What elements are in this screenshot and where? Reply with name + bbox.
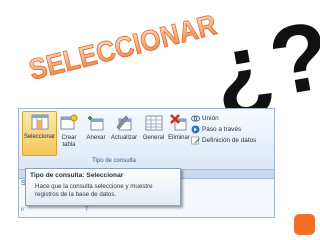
delete-button[interactable]: Eliminar (167, 113, 191, 153)
select-query-label: Seleccionar (23, 134, 56, 140)
append-label: Anexar (86, 135, 106, 141)
update-icon (116, 115, 132, 131)
question-mark-graphic: ¿? (203, 0, 320, 128)
query-type-group-label: Tipo de consulta (92, 158, 136, 164)
append-icon (88, 116, 104, 131)
corner-decoration (294, 214, 315, 235)
make-table-button[interactable]: Crear tabla (57, 113, 81, 153)
tooltip-body: Hace que la consulta seleccione y muestr… (35, 183, 153, 198)
union-label: Unión (202, 115, 219, 122)
make-table-label: Crear tabla (61, 135, 77, 148)
page-title: SELECCIONAR (26, 9, 221, 87)
sheet-fragment-under-tooltip: T (85, 207, 89, 213)
delete-icon (170, 114, 187, 131)
ribbon-panel: Seleccionar Crear tabla Anexar Actualiza… (19, 109, 274, 170)
append-button[interactable]: Anexar (84, 113, 108, 153)
data-definition-label: Definición de datos (202, 137, 257, 144)
data-definition-button[interactable]: Definición de datos (191, 135, 273, 146)
update-button[interactable]: Actualizar (109, 113, 139, 153)
query-type-tooltip: Tipo de consulta: Seleccionar Hace que l… (25, 168, 181, 206)
select-query-button[interactable]: Seleccionar (22, 111, 57, 156)
data-definition-icon (191, 136, 200, 145)
union-button[interactable]: Unión (191, 113, 273, 124)
delete-label: Eliminar (168, 135, 190, 141)
pass-through-label: Paso a través (202, 126, 242, 133)
crosstab-icon (145, 115, 162, 131)
union-icon (191, 115, 200, 122)
crosstab-button[interactable]: General (141, 113, 166, 153)
pass-through-button[interactable]: Paso a través (191, 124, 273, 135)
query-type-small-buttons: Unión Paso a través Definición de datos (191, 113, 273, 146)
make-table-icon (60, 114, 78, 130)
tooltip-title: Tipo de consulta: Seleccionar (30, 172, 124, 179)
update-label: Actualizar (110, 135, 138, 141)
select-query-icon (31, 114, 48, 130)
pass-through-icon (191, 125, 200, 134)
title-text: SELECCIONAR (26, 9, 220, 87)
sheet-fragment-bottom: ir (21, 207, 25, 213)
crosstab-label: General (142, 135, 165, 141)
